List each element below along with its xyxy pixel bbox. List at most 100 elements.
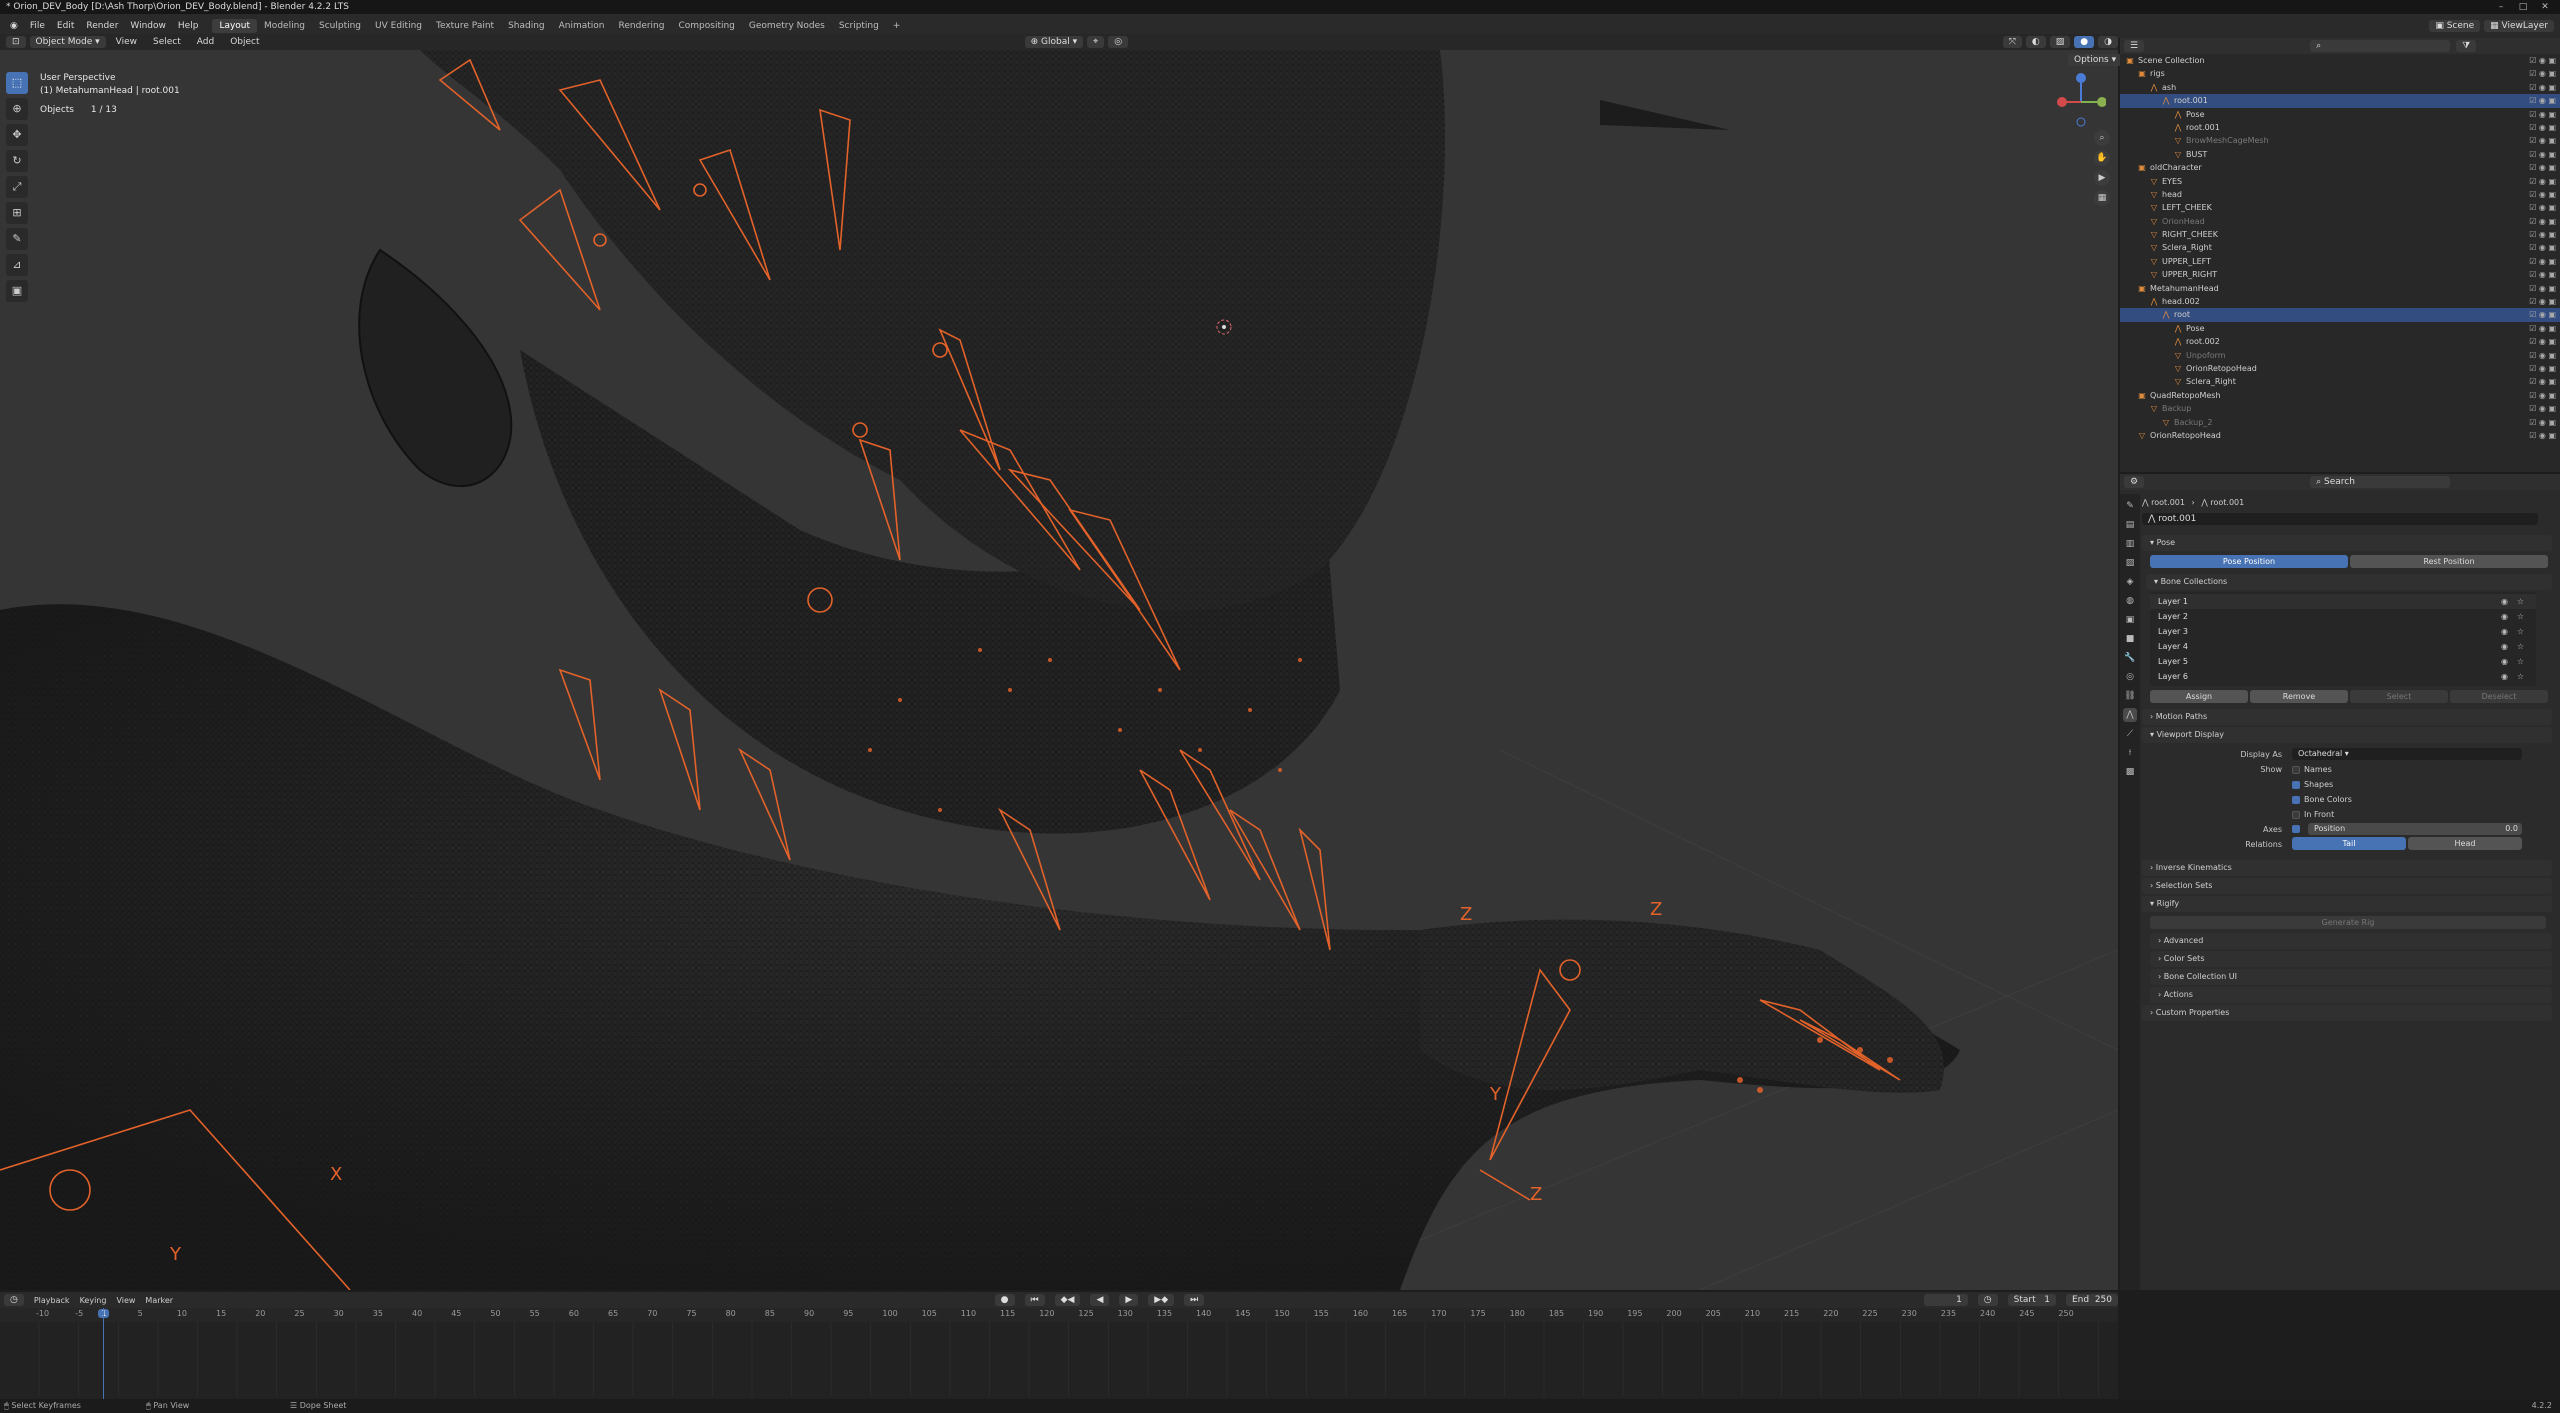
datablock-field[interactable]: ⋀ root.001 (2142, 513, 2538, 525)
cursor-icon[interactable]: ⊕ (6, 98, 28, 120)
list-item[interactable]: Layer 4 ◉ ☆ (2150, 639, 2536, 654)
properties-editor-icon[interactable]: ⚙ (2124, 476, 2145, 488)
tab-shading[interactable]: Shading (501, 19, 552, 33)
close-icon[interactable]: ✕ (2534, 0, 2556, 14)
zoom-icon[interactable]: ⌕ (2094, 130, 2110, 146)
menu-file[interactable]: File (24, 21, 51, 31)
remove-button[interactable]: Remove (2250, 690, 2348, 703)
display-as-dropdown[interactable]: Octahedral ▾ (2292, 748, 2522, 760)
physics-tab-icon[interactable]: ◎ (2123, 670, 2137, 684)
visibility-icon[interactable]: ☑ ◉ ▣ (2529, 416, 2556, 429)
jump-start-icon[interactable]: ⏮ (1024, 1294, 1045, 1306)
outliner-row[interactable]: ▽ OrionRetopoHead ☑ ◉ ▣ (2120, 429, 2560, 442)
eye-icon[interactable]: ◉ (2501, 609, 2508, 624)
visibility-icon[interactable]: ☑ ◉ ▣ (2529, 255, 2556, 268)
snap-icon[interactable]: ⌖ (1087, 36, 1105, 48)
outliner-row[interactable]: ▽ UPPER_LEFT ☑ ◉ ▣ (2120, 255, 2560, 268)
star-icon[interactable]: ☆ (2517, 624, 2524, 639)
outliner-row[interactable]: ▣ QuadRetopoMesh ☑ ◉ ▣ (2120, 389, 2560, 402)
deselect-button[interactable]: Deselect (2450, 690, 2548, 703)
star-icon[interactable]: ☆ (2517, 594, 2524, 609)
outliner-row[interactable]: ▽ Sclera_Right ☑ ◉ ▣ (2120, 241, 2560, 254)
outliner-row[interactable]: ⋀ root.001 ☑ ◉ ▣ (2120, 121, 2560, 134)
outliner-row[interactable]: ▽ OrionRetopoHead ☑ ◉ ▣ (2120, 362, 2560, 375)
gizmo-neg-z-icon[interactable] (2076, 117, 2086, 127)
visibility-icon[interactable]: ☑ ◉ ▣ (2529, 282, 2556, 295)
world-tab-icon[interactable]: ◍ (2123, 594, 2137, 608)
select-box-icon[interactable]: ⬚ (6, 72, 28, 94)
add-workspace-icon[interactable]: + (886, 19, 908, 33)
outliner-row[interactable]: ▣ rigs ☑ ◉ ▣ (2120, 67, 2560, 80)
maximize-icon[interactable]: □ (2512, 0, 2534, 14)
next-key-icon[interactable]: ▶◆ (1148, 1294, 1175, 1306)
menu-marker[interactable]: Marker (145, 1296, 173, 1305)
eye-icon[interactable]: ◉ (2501, 654, 2508, 669)
outliner-row[interactable]: ▽ head ☑ ◉ ▣ (2120, 188, 2560, 201)
menu-view[interactable]: View (110, 37, 143, 47)
eye-icon[interactable]: ◉ (2501, 624, 2508, 639)
outliner-filter-icon[interactable]: ⧩ (2456, 40, 2477, 52)
prev-key-icon[interactable]: ◆◀ (1054, 1294, 1081, 1306)
outliner-row[interactable]: ▽ BrowMeshCageMesh ☑ ◉ ▣ (2120, 134, 2560, 147)
rigify-header[interactable]: ▾ Rigify (2142, 896, 2552, 912)
visibility-icon[interactable]: ☑ ◉ ▣ (2529, 308, 2556, 321)
playhead[interactable] (103, 1308, 105, 1413)
visibility-icon[interactable]: ☑ ◉ ▣ (2529, 54, 2556, 67)
select-button[interactable]: Select (2350, 690, 2448, 703)
visibility-icon[interactable]: ☑ ◉ ▣ (2529, 349, 2556, 362)
proportional-edit-icon[interactable]: ◎ (1108, 36, 1129, 48)
outliner-row[interactable]: ⋀ root.001 ☑ ◉ ▣ (2120, 94, 2560, 108)
start-frame-field[interactable]: Start 1 (2007, 1294, 2056, 1306)
gizmo-toggle-icon[interactable]: ⤧ (2002, 36, 2022, 48)
tab-scripting[interactable]: Scripting (832, 19, 886, 33)
output-tab-icon[interactable]: ▥ (2123, 537, 2137, 551)
visibility-icon[interactable]: ☑ ◉ ▣ (2529, 175, 2556, 188)
timeline-editor-icon[interactable]: ◷ (4, 1294, 24, 1306)
navigation-gizmo[interactable] (2056, 72, 2106, 132)
motion-paths-header[interactable]: › Motion Paths (2142, 709, 2552, 725)
visibility-icon[interactable]: ☑ ◉ ▣ (2529, 389, 2556, 402)
armature-data-tab-icon[interactable]: ⋀ (2123, 708, 2137, 722)
menu-window[interactable]: Window (124, 21, 172, 31)
visibility-icon[interactable]: ☑ ◉ ▣ (2529, 228, 2556, 241)
scene-tab-icon[interactable]: ◈ (2123, 575, 2137, 589)
list-item[interactable]: Layer 6 ◉ ☆ (2150, 669, 2536, 684)
move-icon[interactable]: ✥ (6, 124, 28, 146)
gizmo-x-icon[interactable] (2057, 97, 2067, 107)
outliner-row[interactable]: ▣ MetahumanHead ☑ ◉ ▣ (2120, 282, 2560, 295)
object-tab-icon[interactable]: ■ (2123, 632, 2137, 646)
menu-object[interactable]: Object (224, 37, 265, 47)
transform-orientation[interactable]: ⊕ Global ▾ (1024, 36, 1084, 48)
outliner-row[interactable]: ▽ UPPER_RIGHT ☑ ◉ ▣ (2120, 268, 2560, 281)
visibility-icon[interactable]: ☑ ◉ ▣ (2529, 429, 2556, 442)
end-frame-field[interactable]: End 250 (2065, 1294, 2119, 1306)
list-item[interactable]: Layer 3 ◉ ☆ (2150, 624, 2536, 639)
outliner-row[interactable]: ▣ Scene Collection ☑ ◉ ▣ (2120, 54, 2560, 67)
tab-rendering[interactable]: Rendering (612, 19, 672, 33)
list-item[interactable]: Layer 1 ◉ ☆ (2150, 594, 2536, 609)
texture-tab-icon[interactable]: ▩ (2123, 765, 2137, 779)
outliner-row[interactable]: ▽ Backup ☑ ◉ ▣ (2120, 402, 2560, 415)
transform-icon[interactable]: ⊞ (6, 202, 28, 224)
properties-search[interactable]: ⌕ Search (2310, 476, 2451, 488)
3d-viewport[interactable]: Z Y Z Z X Y (0, 50, 2118, 1290)
blender-logo-icon[interactable]: ◉ (4, 21, 24, 31)
pose-panel-header[interactable]: ▾ Pose (2142, 535, 2552, 551)
pan-hand-icon[interactable]: ✋ (2094, 150, 2110, 166)
menu-playback[interactable]: Playback (34, 1296, 70, 1305)
viewlayer-selector[interactable]: ▦ ViewLayer (2484, 20, 2554, 32)
visibility-icon[interactable]: ☑ ◉ ▣ (2529, 108, 2556, 121)
visibility-icon[interactable]: ☑ ◉ ▣ (2529, 268, 2556, 281)
visibility-icon[interactable]: ☑ ◉ ▣ (2529, 81, 2556, 94)
pose-position-button[interactable]: Pose Position (2150, 555, 2348, 568)
menu-select[interactable]: Select (147, 37, 187, 47)
generate-rig-button[interactable]: Generate Rig (2150, 916, 2546, 929)
tab-texture-paint[interactable]: Texture Paint (429, 19, 501, 33)
visibility-icon[interactable]: ☑ ◉ ▣ (2529, 215, 2556, 228)
modifier-tab-icon[interactable]: 🔧 (2123, 651, 2137, 665)
bone-collections-header[interactable]: ▾ Bone Collections (2146, 574, 2552, 590)
selection-sets-header[interactable]: › Selection Sets (2142, 878, 2552, 894)
bone-tab-icon[interactable]: ⟋ (2123, 727, 2137, 741)
menu-help[interactable]: Help (172, 21, 205, 31)
tool-tab-icon[interactable]: ✎ (2123, 499, 2137, 513)
